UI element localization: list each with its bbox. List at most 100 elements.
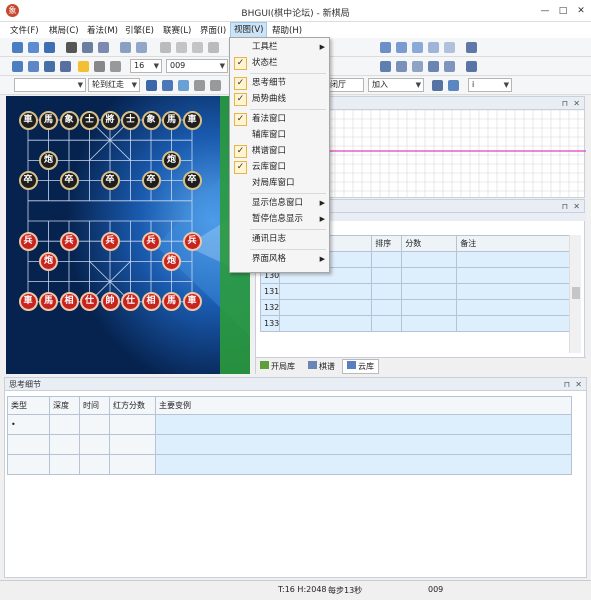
table-row[interactable]: 132 xyxy=(259,299,572,316)
link-icon[interactable] xyxy=(444,42,455,53)
black-soldier[interactable]: 卒 xyxy=(182,171,202,191)
black-piece[interactable]: 象 xyxy=(59,110,79,130)
view-menu-item[interactable]: ✓ 着法窗口 xyxy=(230,112,329,127)
group-icon[interactable] xyxy=(210,80,221,91)
black-soldier[interactable]: 卒 xyxy=(59,171,79,191)
col-red-score[interactable]: 红方分数 xyxy=(109,396,156,415)
maximize-button[interactable]: □ xyxy=(556,5,570,17)
board-view-icon[interactable] xyxy=(380,61,391,72)
analyze-icon[interactable] xyxy=(94,61,105,72)
monitor-icon[interactable] xyxy=(44,61,55,72)
col-time[interactable]: 时间 xyxy=(79,396,110,415)
view-menu-item[interactable]: 通讯日志 xyxy=(230,232,329,247)
view-menu-item[interactable]: 工具栏 ▶ xyxy=(230,40,329,55)
view-menu-item[interactable]: ✓ 棋谱窗口 xyxy=(230,144,329,159)
col-type[interactable]: 类型 xyxy=(7,396,50,415)
col-rank[interactable]: 排序 xyxy=(371,235,403,252)
minimize-button[interactable]: — xyxy=(538,5,552,17)
menu-engine[interactable]: 引擎(E) xyxy=(125,24,154,36)
close-button[interactable]: ✕ xyxy=(574,5,588,17)
menu-moves[interactable]: 着法(M) xyxy=(87,24,118,36)
panel-close-icon[interactable]: ✕ xyxy=(573,200,580,213)
view-menu-item[interactable]: ✓ 局势曲线 xyxy=(230,92,329,107)
engine-settings-icon[interactable] xyxy=(28,61,39,72)
paste-icon[interactable] xyxy=(98,42,109,53)
join-select[interactable]: 加入 ▼ xyxy=(368,78,424,92)
tab-cloud-library[interactable]: 云库 xyxy=(342,359,379,374)
chess-board[interactable]: 車馬象士將士象馬車炮炮卒卒卒卒卒兵兵兵兵兵炮炮車馬相仕帥仕相馬車 xyxy=(6,96,250,374)
stop-icon[interactable] xyxy=(110,61,121,72)
black-piece[interactable]: 將 xyxy=(100,110,120,130)
panel-close-icon[interactable]: ✕ xyxy=(573,97,580,110)
table-icon[interactable] xyxy=(432,80,443,91)
view-menu-item[interactable]: 辅库窗口 xyxy=(230,128,329,143)
table-row[interactable]: 133 xyxy=(259,315,572,332)
black-piece[interactable]: 車 xyxy=(18,110,38,130)
red-cannon[interactable]: 炮 xyxy=(39,251,58,271)
pin-icon[interactable]: ⊓ xyxy=(562,200,568,213)
black-piece[interactable]: 馬 xyxy=(39,110,58,130)
menu-league[interactable]: 联赛(L) xyxy=(163,24,191,36)
engine-icon[interactable] xyxy=(12,61,23,72)
menu-interface[interactable]: 界面(I) xyxy=(200,24,226,36)
next-move-icon[interactable] xyxy=(192,42,203,53)
upload-icon[interactable] xyxy=(178,80,189,91)
copy-icon[interactable] xyxy=(82,42,93,53)
view-menu-item[interactable]: 显示信息窗口 ▶ xyxy=(230,196,329,211)
col-note[interactable]: 备注 xyxy=(456,235,572,252)
step-back-icon[interactable] xyxy=(428,61,439,72)
red-soldier[interactable]: 兵 xyxy=(182,231,202,251)
board-edit-icon[interactable] xyxy=(162,80,173,91)
col-depth[interactable]: 深度 xyxy=(49,396,80,415)
screen-icon[interactable] xyxy=(466,42,477,53)
menu-view[interactable]: 视图(V) xyxy=(230,22,268,38)
window-layout-icon[interactable] xyxy=(380,42,391,53)
red-soldier[interactable]: 兵 xyxy=(59,231,79,251)
tab-game-record[interactable]: 棋谱 xyxy=(308,361,335,372)
print-icon[interactable] xyxy=(66,42,77,53)
black-cannon[interactable]: 炮 xyxy=(39,150,58,170)
menu-file[interactable]: 文件(F) xyxy=(10,24,39,36)
red-soldier[interactable]: 兵 xyxy=(100,231,120,251)
black-soldier[interactable]: 卒 xyxy=(141,171,161,191)
red-piece[interactable]: 車 xyxy=(18,292,38,312)
side-to-move-select[interactable]: 轮到红走 ▼ xyxy=(88,78,140,92)
first-move-icon[interactable] xyxy=(160,42,171,53)
view-menu-item[interactable]: 对局库窗口 xyxy=(230,176,329,191)
black-piece[interactable]: 象 xyxy=(141,110,161,130)
cloud-scrollbar[interactable] xyxy=(569,235,581,353)
col-score[interactable]: 分数 xyxy=(401,235,458,252)
black-soldier[interactable]: 卒 xyxy=(100,171,120,191)
menu-help[interactable]: 帮助(H) xyxy=(272,24,302,36)
list-view-icon[interactable] xyxy=(412,61,423,72)
red-piece[interactable]: 車 xyxy=(182,292,202,312)
red-cannon[interactable]: 炮 xyxy=(162,251,181,271)
red-piece[interactable]: 相 xyxy=(59,292,79,312)
mirror-icon[interactable] xyxy=(136,42,147,53)
black-piece[interactable]: 士 xyxy=(121,110,140,130)
hall-select[interactable]: 闭厅 xyxy=(326,78,364,92)
red-piece[interactable]: 帥 xyxy=(100,292,120,312)
view-menu-item[interactable]: 界面风格 ▶ xyxy=(230,252,329,267)
tile-icon[interactable] xyxy=(396,42,407,53)
open-file-icon[interactable] xyxy=(28,42,39,53)
view-menu-item[interactable]: ✓ 云库窗口 xyxy=(230,160,329,175)
black-piece[interactable]: 車 xyxy=(182,110,202,130)
col-main-line[interactable]: 主要变例 xyxy=(155,396,572,415)
pin-icon[interactable]: ⊓ xyxy=(562,97,568,110)
new-file-icon[interactable] xyxy=(12,42,23,53)
player-select[interactable]: ▼ xyxy=(14,78,86,92)
mode-select[interactable]: i ▼ xyxy=(468,78,512,92)
step-forward-icon[interactable] xyxy=(444,61,455,72)
red-soldier[interactable]: 兵 xyxy=(141,231,161,251)
cascade-icon[interactable] xyxy=(412,42,423,53)
user-icon[interactable] xyxy=(194,80,205,91)
view-menu-item[interactable]: 暂停信息显示 ▶ xyxy=(230,212,329,227)
last-move-icon[interactable] xyxy=(208,42,219,53)
save-icon[interactable] xyxy=(44,42,55,53)
black-soldier[interactable]: 卒 xyxy=(18,171,38,191)
pin-icon[interactable]: ⊓ xyxy=(564,378,570,391)
black-piece[interactable]: 馬 xyxy=(162,110,181,130)
black-piece[interactable]: 士 xyxy=(80,110,99,130)
level-select[interactable]: 009 ▼ xyxy=(166,59,228,73)
